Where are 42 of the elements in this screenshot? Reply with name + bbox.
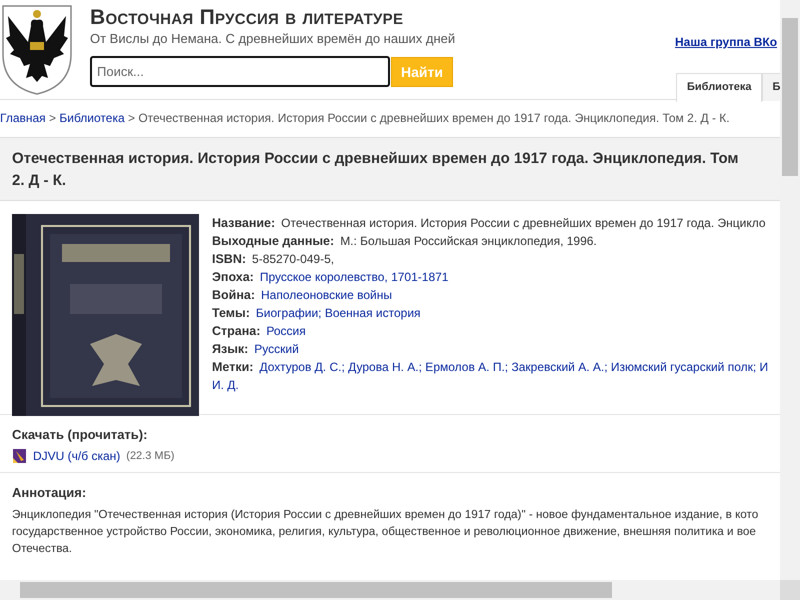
field-link[interactable]: Русский (254, 340, 299, 358)
field-label: Темы: (212, 305, 250, 322)
field-link[interactable]: Наполеоновские войны (261, 286, 392, 304)
tab[interactable]: Библиотека (676, 73, 762, 102)
breadcrumb-separator: > (128, 111, 135, 125)
breadcrumb-link[interactable]: Главная (0, 111, 46, 125)
site-title: Восточная Пруссия в литературе (90, 6, 404, 30)
site-subtitle: От Вислы до Немана. С древнейших времён до наших дней (90, 31, 456, 46)
scroll-thumb[interactable] (782, 18, 798, 176)
field-link[interactable]: И. Д. (212, 376, 780, 394)
field-link[interactable]: Россия (266, 322, 306, 340)
field-link[interactable]: Дохтуров Д. С.; Дурова Н. А.; Ермолов А. П.; Закревский А. А.; Изюмский гусарский полк; И (259, 358, 768, 376)
breadcrumb-current: Отечественная история. История России с древнейших времен до 1917 года. Энциклопедия. Том 2. Д - К. (138, 111, 730, 125)
field-value: 5-85270-049-5, (252, 251, 334, 268)
file-size: (22.3 МБ) (126, 450, 174, 462)
field-link[interactable]: Биографии; Военная история (256, 304, 421, 322)
field-label: Война: (212, 287, 256, 304)
field-label: Метки: (212, 359, 254, 376)
breadcrumb-link[interactable]: Библиотека (59, 111, 125, 125)
field-label: Название: (212, 215, 276, 232)
field-value: Отечественная история. История России с древнейших времен до 1917 года. Энцикло (281, 215, 766, 232)
annotation-heading: Аннотация: (12, 485, 88, 500)
tab[interactable]: Б (762, 73, 780, 101)
horizontal-scrollbar[interactable] (0, 580, 780, 600)
group-link[interactable]: Наша группа ВКо (675, 35, 778, 49)
field-label: Страна: (212, 323, 260, 340)
annotation-text: Энциклопедия "Отечественная история (История России с древнейших времен до 1917 года)" - новое фундаментальное издание, в кото государственное устройство России, экономика, религия, культура, общественное и революционное движение, внешняя политика и вое Отечества. (12, 507, 758, 557)
field-value: М.: Большая Российская энциклопедия, 1996. (340, 233, 597, 250)
download-link[interactable]: DJVU (ч/б скан) (33, 449, 120, 463)
vertical-scrollbar[interactable] (780, 0, 800, 580)
scroll-thumb[interactable] (20, 582, 612, 598)
field-label: ISBN: (212, 251, 246, 268)
field-label: Выходные данные: (212, 233, 334, 250)
search-field[interactable]: Поиск... (90, 56, 390, 87)
book-heading: Отечественная история. История России с древнейших времен до 1917 года. Энциклопедия. Том 2. Д - К. (12, 149, 740, 191)
scrollbar-corner (780, 580, 800, 600)
breadcrumb-separator: > (49, 111, 56, 125)
field-link[interactable]: Прусское королевство, 1701-1871 (260, 268, 448, 286)
file-icon (12, 448, 27, 464)
field-label: Язык: (212, 341, 248, 358)
download-heading: Скачать (прочитать): (12, 427, 148, 442)
field-label: Эпоха: (212, 269, 254, 286)
